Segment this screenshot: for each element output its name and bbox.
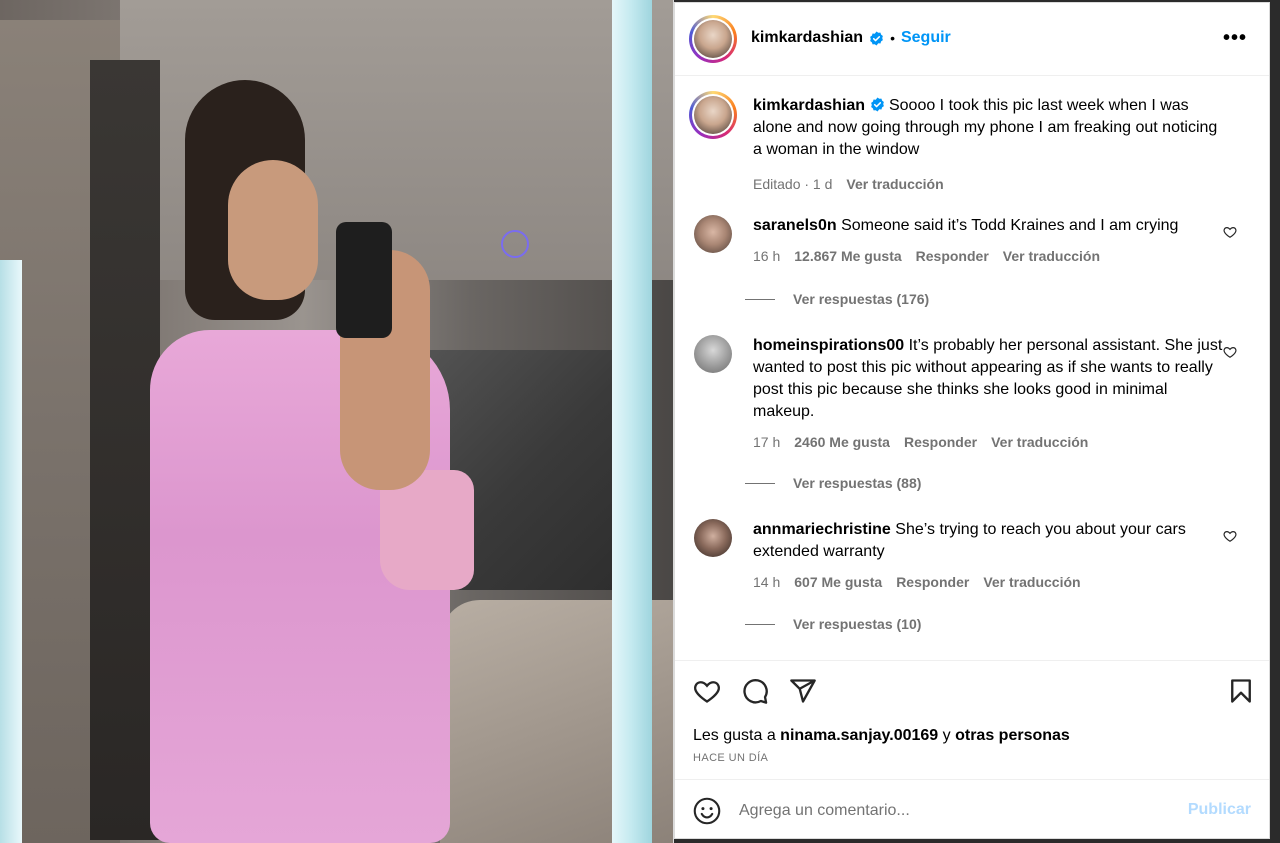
comment-composer: Publicar xyxy=(675,779,1269,840)
replies-line xyxy=(745,482,775,484)
follow-button[interactable]: Seguir xyxy=(901,29,951,47)
reply-button[interactable]: Responder xyxy=(896,571,969,593)
mirror-light-right xyxy=(612,0,652,843)
caption-avatar[interactable] xyxy=(689,91,737,139)
replies-line xyxy=(745,298,775,300)
view-replies-label: Ver respuestas (88) xyxy=(793,475,922,491)
post-actions: Les gusta a ninama.sanjay.00169 y otras … xyxy=(675,660,1269,780)
commenter-username[interactable]: saranels0n xyxy=(753,217,837,234)
caption-translate-link[interactable]: Ver traducción xyxy=(846,173,943,195)
view-replies-button[interactable]: Ver respuestas (88) xyxy=(745,475,921,491)
like-heart-icon[interactable] xyxy=(693,677,721,705)
reply-button[interactable]: Responder xyxy=(916,245,989,267)
commenter-avatar[interactable] xyxy=(694,519,732,557)
publish-button[interactable]: Publicar xyxy=(1188,801,1251,819)
post-photo[interactable] xyxy=(0,0,673,843)
comments-scroll-area[interactable]: kimkardashian Soooo I took this pic last… xyxy=(675,77,1269,659)
mirror-light-left xyxy=(0,260,22,843)
reply-button[interactable]: Responder xyxy=(904,431,977,453)
post-header: kimkardashian • Seguir ••• xyxy=(675,3,1269,76)
comment-likes[interactable]: 12.867 Me gusta xyxy=(794,245,901,267)
commenter-username[interactable]: homeinspirations00 xyxy=(753,337,904,354)
comment-likes[interactable]: 607 Me gusta xyxy=(794,571,882,593)
commenter-username[interactable]: annmariechristine xyxy=(753,521,891,538)
comment-time: 16 h xyxy=(753,248,781,264)
verified-badge-icon xyxy=(870,97,884,112)
author-username[interactable]: kimkardashian xyxy=(751,29,863,47)
like-comment-heart-icon[interactable] xyxy=(1223,225,1237,239)
comment-text: Someone said it’s Todd Kraines and I am … xyxy=(841,217,1179,234)
more-options-icon[interactable]: ••• xyxy=(1223,27,1247,50)
translate-link[interactable]: Ver traducción xyxy=(991,431,1088,453)
translate-link[interactable]: Ver traducción xyxy=(1003,245,1100,267)
photo-phone xyxy=(336,222,392,338)
post-timestamp: HACE UN DÍA xyxy=(693,752,769,764)
backdrop-edge xyxy=(1270,0,1280,843)
verified-badge-icon xyxy=(870,30,883,46)
view-replies-label: Ver respuestas (176) xyxy=(793,291,930,307)
caption-username[interactable]: kimkardashian xyxy=(753,97,865,114)
emoji-icon[interactable] xyxy=(693,797,721,825)
separator-dot: • xyxy=(890,30,895,46)
likes-others-link[interactable]: otras personas xyxy=(955,727,1070,744)
likes-user-link[interactable]: ninama.sanjay.00169 xyxy=(780,727,938,744)
comment-time: 14 h xyxy=(753,574,781,590)
author-avatar[interactable] xyxy=(689,15,737,63)
caption-edited-time: Editado · 1 d xyxy=(753,176,833,192)
translate-link[interactable]: Ver traducción xyxy=(983,571,1080,593)
likes-prefix: Les gusta a xyxy=(693,727,781,744)
comment-input[interactable] xyxy=(739,799,1159,823)
likes-middle: y xyxy=(938,727,956,744)
comment-bubble-icon[interactable] xyxy=(741,677,769,705)
comment-likes[interactable]: 2460 Me gusta xyxy=(794,431,890,453)
like-comment-heart-icon[interactable] xyxy=(1223,345,1237,359)
view-replies-label: Ver respuestas (10) xyxy=(793,616,922,632)
likes-summary: Les gusta a ninama.sanjay.00169 y otras … xyxy=(693,727,1070,745)
like-comment-heart-icon[interactable] xyxy=(1223,529,1237,543)
cursor-ring xyxy=(501,230,529,258)
share-send-icon[interactable] xyxy=(789,677,817,705)
view-replies-button[interactable]: Ver respuestas (176) xyxy=(745,291,929,307)
replies-line xyxy=(745,623,775,625)
commenter-avatar[interactable] xyxy=(694,215,732,253)
post-details-panel: kimkardashian • Seguir ••• kimkardashian… xyxy=(674,2,1270,839)
commenter-avatar[interactable] xyxy=(694,335,732,373)
comment-time: 17 h xyxy=(753,434,781,450)
save-bookmark-icon[interactable] xyxy=(1227,677,1255,705)
view-replies-button[interactable]: Ver respuestas (10) xyxy=(745,616,921,632)
photo-face xyxy=(228,160,318,300)
